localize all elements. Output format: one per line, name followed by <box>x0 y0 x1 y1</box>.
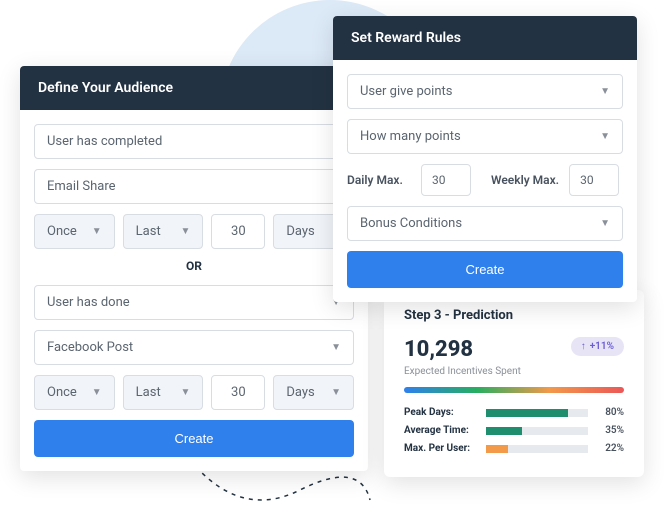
stat-label: Max. Per User: <box>404 443 478 454</box>
range-type-select-2[interactable]: Last ▼ <box>123 375 204 410</box>
stat-row: Max. Per User: 22% <box>404 443 624 454</box>
range-value-input-1[interactable]: 30 <box>211 214 265 249</box>
bonus-conditions-value: Bonus Conditions <box>360 216 462 231</box>
chevron-down-icon: ▼ <box>92 226 102 237</box>
daily-max-label: Daily Max. <box>347 173 411 187</box>
range-unit-select-2-value: Days <box>286 385 314 400</box>
stat-bar <box>486 445 588 453</box>
audience-create-button[interactable]: Create <box>34 420 354 457</box>
freq-select-2[interactable]: Once ▼ <box>34 375 115 410</box>
range-type-select-1[interactable]: Last ▼ <box>123 214 204 249</box>
range-unit-select-2[interactable]: Days ▼ <box>273 375 354 410</box>
chevron-down-icon: ▼ <box>180 226 190 237</box>
range-unit-select-1-value: Days <box>286 224 314 239</box>
stat-pct: 22% <box>596 443 624 454</box>
chevron-down-icon: ▼ <box>600 218 610 229</box>
arrow-up-icon: ↑ <box>581 341 586 352</box>
range-value-1: 30 <box>231 224 246 239</box>
reward-title: Set Reward Rules <box>333 16 637 60</box>
range-type-select-1-value: Last <box>136 224 161 239</box>
weekly-max-value: 30 <box>580 173 594 187</box>
freq-select-2-value: Once <box>47 385 77 400</box>
prediction-card: Step 3 - Prediction 10,298 ↑ +11% Expect… <box>384 290 644 477</box>
chevron-down-icon: ▼ <box>92 387 102 398</box>
prediction-change-badge: ↑ +11% <box>571 337 624 356</box>
reward-amount-select[interactable]: How many points ▼ <box>347 119 623 154</box>
weekly-max-label: Weekly Max. <box>491 173 559 187</box>
range-value-2: 30 <box>231 385 246 400</box>
condition-select-2[interactable]: User has done ▼ <box>34 285 354 320</box>
prediction-stats: Peak Days: 80% Average Time: 35% Max. Per Us… <box>404 407 624 454</box>
channel-select-1-value: Email Share <box>47 179 116 194</box>
prediction-gradient-bar <box>404 387 624 393</box>
channel-select-2-value: Facebook Post <box>47 340 133 355</box>
prediction-title: Step 3 - Prediction <box>404 308 624 323</box>
range-type-select-2-value: Last <box>136 385 161 400</box>
chevron-down-icon: ▼ <box>331 387 341 398</box>
condition-select-1-value: User has completed <box>47 134 162 149</box>
reward-action-select[interactable]: User give points ▼ <box>347 74 623 109</box>
stat-pct: 80% <box>596 407 624 418</box>
chevron-down-icon: ▼ <box>600 131 610 142</box>
audience-card: Define Your Audience User has completed … <box>20 66 368 471</box>
freq-select-1-value: Once <box>47 224 77 239</box>
chevron-down-icon: ▼ <box>600 86 610 97</box>
chevron-down-icon: ▼ <box>331 342 341 353</box>
stat-bar <box>486 409 588 417</box>
channel-select-2[interactable]: Facebook Post ▼ <box>34 330 354 365</box>
channel-select-1[interactable]: Email Share ▼ <box>34 169 354 204</box>
reward-action-value: User give points <box>360 84 452 99</box>
condition-select-2-value: User has done <box>47 295 130 310</box>
stat-fill <box>486 445 508 453</box>
range-value-input-2[interactable]: 30 <box>211 375 265 410</box>
daily-max-input[interactable]: 30 <box>421 164 471 196</box>
prediction-number: 10,298 <box>404 337 473 362</box>
reward-create-button[interactable]: Create <box>347 251 623 288</box>
stat-bar <box>486 427 588 435</box>
reward-card: Set Reward Rules User give points ▼ How … <box>333 16 637 302</box>
condition-select-1[interactable]: User has completed ▼ <box>34 124 354 159</box>
daily-max-value: 30 <box>432 173 446 187</box>
or-separator: OR <box>34 259 354 273</box>
prediction-subtitle: Expected Incentives Spent <box>404 366 624 377</box>
stat-row: Peak Days: 80% <box>404 407 624 418</box>
prediction-change-value: +11% <box>590 341 614 352</box>
reward-amount-value: How many points <box>360 129 461 144</box>
freq-select-1[interactable]: Once ▼ <box>34 214 115 249</box>
stat-label: Peak Days: <box>404 407 478 418</box>
stat-fill <box>486 409 568 417</box>
stat-label: Average Time: <box>404 425 478 436</box>
bonus-conditions-select[interactable]: Bonus Conditions ▼ <box>347 206 623 241</box>
chevron-down-icon: ▼ <box>180 387 190 398</box>
weekly-max-input[interactable]: 30 <box>569 164 619 196</box>
stat-pct: 35% <box>596 425 624 436</box>
audience-title: Define Your Audience <box>20 66 368 110</box>
stat-fill <box>486 427 522 435</box>
stat-row: Average Time: 35% <box>404 425 624 436</box>
